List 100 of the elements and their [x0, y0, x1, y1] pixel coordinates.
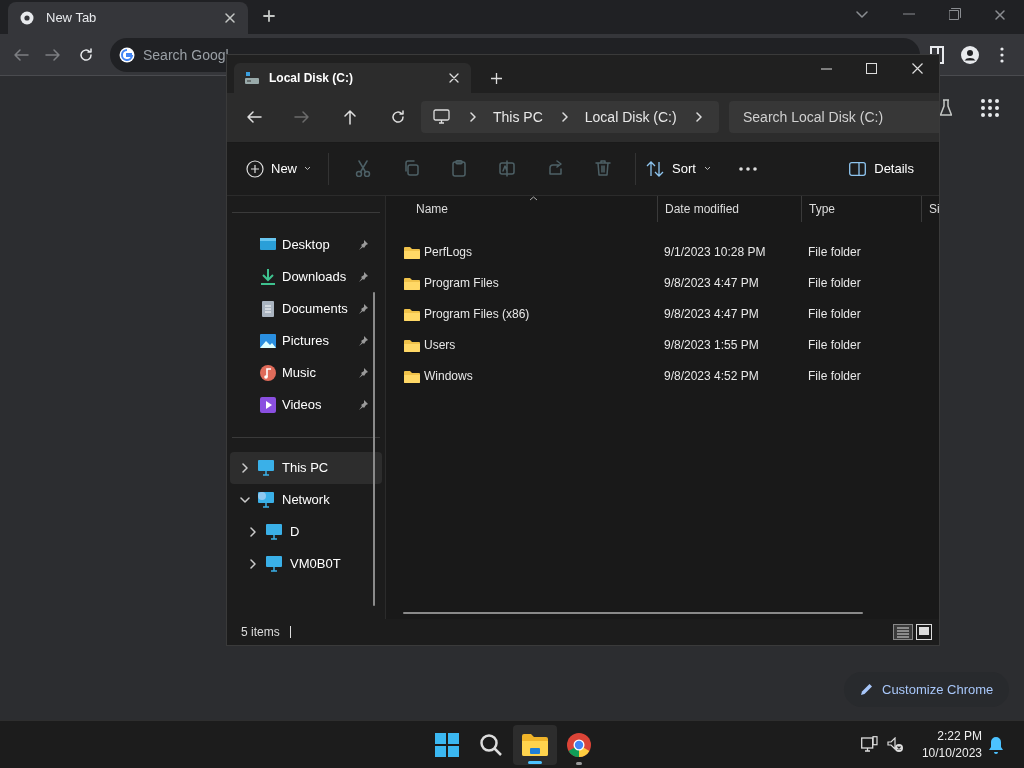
file-type: File folder — [808, 338, 861, 353]
horizontal-scrollbar[interactable] — [403, 611, 863, 614]
breadcrumb-item[interactable]: This PC — [493, 106, 543, 128]
back-icon[interactable] — [246, 109, 262, 126]
folder-icon — [404, 245, 420, 259]
tree-item[interactable]: VM0B0T — [230, 547, 382, 580]
close-icon[interactable] — [994, 9, 1006, 21]
volume-muted-icon[interactable] — [887, 737, 904, 753]
chevron-right-icon[interactable] — [248, 526, 258, 537]
date-modified: 9/8/2023 4:52 PM — [664, 369, 759, 384]
details-button[interactable]: Details — [849, 152, 914, 185]
search-icon — [479, 733, 503, 757]
new-button[interactable]: New — [246, 152, 311, 185]
tree-item[interactable]: This PC — [230, 451, 382, 484]
computer-icon — [265, 554, 283, 573]
taskbar-app[interactable] — [513, 725, 557, 765]
browser-tab[interactable]: New Tab — [8, 2, 248, 34]
pin-icon — [357, 366, 369, 379]
chevron-right-icon[interactable] — [240, 462, 250, 473]
pin-icon — [357, 334, 369, 347]
date-modified: 9/8/2023 4:47 PM — [664, 276, 759, 291]
nav-item[interactable]: Documents — [227, 292, 385, 325]
folder-icon — [404, 338, 420, 352]
nav-item[interactable]: Videos — [227, 388, 385, 421]
close-icon[interactable] — [224, 12, 236, 24]
forward-icon[interactable] — [294, 109, 310, 126]
date-modified: 9/8/2023 1:55 PM — [664, 338, 759, 353]
chevron-right-icon — [468, 112, 476, 123]
nav-item[interactable]: Downloads — [227, 260, 385, 293]
column-header[interactable]: Type — [801, 195, 921, 222]
file-type: File folder — [808, 276, 861, 291]
scrollbar[interactable] — [373, 291, 375, 606]
clock[interactable]: 2:22 PM 10/10/2023 — [916, 728, 982, 762]
search-field[interactable]: Search Local Disk (C:) — [729, 101, 939, 134]
file-name[interactable]: Program Files (x86) — [424, 305, 530, 324]
pin-icon — [357, 398, 369, 411]
chevron-right-icon[interactable] — [248, 558, 258, 569]
refresh-icon[interactable] — [390, 109, 406, 126]
notification-bell-icon[interactable] — [988, 736, 1004, 754]
copy-icon — [403, 160, 419, 178]
explorer-tab[interactable]: Local Disk (C:) — [234, 62, 471, 93]
document-icon — [259, 299, 277, 318]
caret-icon — [703, 166, 711, 172]
forward-icon[interactable] — [45, 47, 61, 63]
breadcrumb-bar[interactable]: This PC Local Disk (C:) — [421, 101, 719, 134]
file-name[interactable]: Users — [424, 336, 456, 355]
chevron-right-icon — [559, 112, 568, 123]
tree-item[interactable]: Network — [230, 483, 382, 516]
google-logo-icon — [119, 47, 135, 63]
column-header[interactable]: Si — [921, 195, 939, 222]
restore-icon[interactable] — [949, 8, 961, 20]
new-tab-icon[interactable] — [263, 10, 275, 22]
paste-icon — [451, 160, 467, 178]
nav-item[interactable]: Desktop — [227, 228, 385, 261]
details-view-icon[interactable] — [893, 624, 913, 641]
column-header[interactable]: Date modified — [657, 195, 801, 222]
column-header[interactable]: Name — [386, 195, 657, 222]
download-icon — [259, 267, 277, 286]
tab-title: New Tab — [46, 9, 98, 28]
up-icon[interactable] — [342, 109, 358, 126]
caret-icon — [304, 166, 311, 172]
network-icon[interactable] — [861, 736, 878, 753]
pin-icon — [357, 270, 369, 283]
details-pane-icon — [849, 161, 867, 176]
computer-icon — [265, 522, 283, 541]
chevron-down-icon[interactable] — [856, 10, 868, 20]
tiles-view-icon[interactable] — [916, 624, 932, 641]
file-name[interactable]: Program Files — [424, 274, 499, 293]
chrome-logo-icon — [20, 11, 34, 25]
breadcrumb-item[interactable]: Local Disk (C:) — [584, 106, 677, 128]
start-icon — [435, 733, 459, 757]
folder-icon — [404, 307, 420, 321]
file-type: File folder — [808, 245, 861, 260]
pin-icon — [357, 302, 369, 315]
computer-icon — [257, 458, 275, 477]
apps-grid-icon[interactable] — [981, 99, 999, 117]
file-name[interactable]: Windows — [424, 367, 473, 386]
folder-icon — [522, 733, 548, 757]
tab-title: Local Disk (C:) — [269, 69, 354, 87]
menu-icon[interactable] — [1000, 47, 1004, 63]
flask-icon[interactable] — [940, 99, 952, 117]
pin-icon — [357, 238, 369, 251]
plus-circle-icon — [246, 159, 264, 178]
tree-item[interactable]: D — [230, 515, 382, 548]
sort-button[interactable]: Sort — [646, 152, 711, 185]
more-icon[interactable] — [738, 166, 757, 171]
share-icon — [547, 160, 563, 178]
profile-icon[interactable] — [961, 46, 979, 64]
chevron-down-icon[interactable] — [240, 494, 250, 505]
nav-item[interactable]: Pictures — [227, 324, 385, 357]
maximize-icon[interactable] — [866, 63, 877, 74]
drive-icon — [244, 70, 260, 85]
chevron-right-icon[interactable] — [693, 112, 702, 123]
date-modified: 9/8/2023 4:47 PM — [664, 307, 759, 322]
nav-item[interactable]: Music — [227, 356, 385, 389]
file-name[interactable]: PerfLogs — [424, 243, 473, 262]
customize-chrome-button[interactable]: Customize Chrome — [844, 672, 1010, 707]
reload-icon[interactable] — [78, 47, 94, 63]
rename-icon — [499, 160, 515, 178]
new-tab-icon[interactable] — [491, 72, 502, 84]
